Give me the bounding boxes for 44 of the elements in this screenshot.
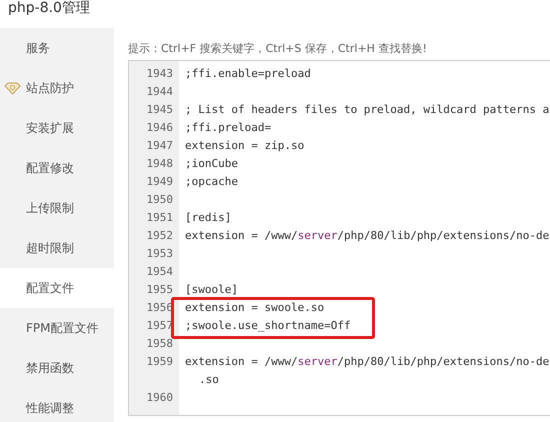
line-number: 1954 xyxy=(146,265,173,278)
sidebar-item[interactable]: 上传限制 xyxy=(0,188,114,228)
diamond-icon xyxy=(4,82,21,95)
code-line: ;swoole.use_shortname=Off xyxy=(185,319,351,332)
sidebar-item[interactable]: 服务 xyxy=(0,28,114,68)
line-number: 1957 xyxy=(146,319,173,332)
line-number: 1946 xyxy=(146,121,173,134)
code-editor[interactable] xyxy=(128,60,550,416)
line-number: 1947 xyxy=(146,139,173,152)
code-line: [redis] xyxy=(185,211,232,224)
code-line: ; List of headers files to preload, wildcard patterns a xyxy=(185,103,550,116)
line-number: 1945 xyxy=(146,103,173,116)
line-number: 1943 xyxy=(146,67,173,80)
code-line: ;opcache xyxy=(185,175,238,188)
code-line: extension = /www/server/php/80/lib/php/extensions/no-de xyxy=(185,229,550,242)
sidebar-item[interactable]: 超时限制 xyxy=(0,228,114,268)
code-line: ;ffi.enable=preload xyxy=(185,67,311,80)
line-number: 1959 xyxy=(146,355,173,368)
sidebar-item[interactable]: 站点防护 xyxy=(0,68,114,108)
line-number: 1955 xyxy=(146,283,173,296)
sidebar-item[interactable]: 配置文件 xyxy=(0,268,114,308)
code-line: extension = zip.so xyxy=(185,139,304,152)
line-number: 1950 xyxy=(146,193,173,206)
code-line: [swoole] xyxy=(185,283,238,296)
line-number: 1951 xyxy=(146,211,173,224)
line-number: 1948 xyxy=(146,157,173,170)
code-line: ;ffi.preload= xyxy=(185,121,272,134)
line-number: 1949 xyxy=(146,175,173,188)
line-number: 1953 xyxy=(146,247,173,260)
sidebar-item[interactable]: FPM配置文件 xyxy=(0,308,114,348)
code-line: extension = /www/server/php/80/lib/php/extensions/no-de xyxy=(185,355,550,368)
sidebar-item[interactable]: 禁用函数 xyxy=(0,348,114,388)
sidebar-item[interactable]: 配置修改 xyxy=(0,148,114,188)
window-title: php-8.0管理 xyxy=(8,0,90,16)
line-number: 1944 xyxy=(146,85,173,98)
code-line: .so xyxy=(199,373,219,386)
line-number: 1960 xyxy=(146,391,173,404)
line-number: 1952 xyxy=(146,229,173,242)
sidebar-item[interactable]: 性能调整 xyxy=(0,388,114,422)
hint-text: 提示：Ctrl+F 搜索关键字，Ctrl+S 保存，Ctrl+H 查找替换! xyxy=(128,42,428,57)
code-line: extension = swoole.so xyxy=(185,301,324,314)
line-number: 1958 xyxy=(146,337,173,350)
sidebar-item[interactable]: 安装扩展 xyxy=(0,108,114,148)
code-line: ;ionCube xyxy=(185,157,238,170)
